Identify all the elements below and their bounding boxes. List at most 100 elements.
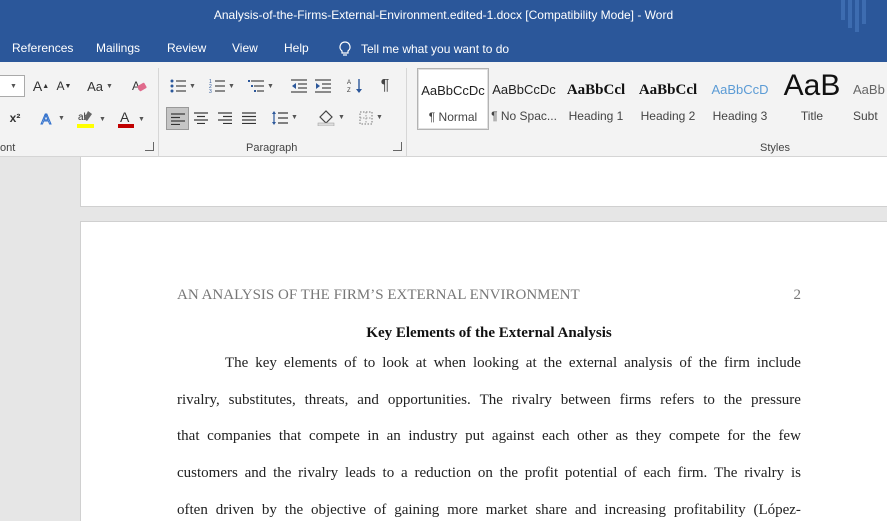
borders-button[interactable]: ▼ (354, 107, 388, 128)
section-heading: Key Elements of the External Analysis (366, 325, 612, 341)
word: of (373, 502, 387, 518)
shading-button[interactable]: ▼ (314, 107, 348, 128)
style-heading-1[interactable]: AaBbCcl Heading 1 (561, 68, 631, 128)
justify-icon (241, 111, 256, 124)
style-normal[interactable]: AaBbCcDc ¶ Normal (417, 68, 489, 130)
align-left-button[interactable] (166, 107, 189, 130)
word: as (615, 428, 629, 444)
show-formatting-button[interactable]: ¶ (374, 76, 396, 96)
align-right-button[interactable] (214, 107, 235, 128)
style-heading-3[interactable]: AaBbCcD Heading 3 (705, 68, 775, 128)
font-dialog-launcher-icon[interactable] (145, 142, 154, 151)
font-size-dropdown[interactable]: ▼ (0, 75, 25, 97)
word: in (367, 428, 380, 444)
styles-group-label: Styles (760, 142, 790, 154)
borders-icon (359, 111, 373, 124)
tab-review[interactable]: Review (167, 41, 206, 55)
down-icon: ▼ (64, 82, 72, 90)
body-line: that companies that compete in an industry put a… (177, 428, 801, 445)
document-canvas[interactable]: AN ANALYSIS OF THE FIRM’S EXTERNAL ENVIR… (0, 157, 887, 521)
superscript-button[interactable]: x² (6, 108, 24, 128)
chevron-down-icon: ▼ (228, 82, 235, 90)
bullets-button[interactable]: ▼ (166, 76, 200, 96)
word: at (415, 355, 427, 371)
word: few (778, 428, 801, 444)
word: opportunities. (387, 392, 471, 408)
word: increasing (604, 502, 667, 518)
styles-gallery: AaBbCcDc ¶ Normal AaBbCcDc ¶ No Spac... … (415, 68, 887, 132)
word: The (225, 355, 249, 371)
word: industry (408, 428, 458, 444)
increase-indent-button[interactable] (312, 76, 334, 96)
multilevel-list-button[interactable]: ▼ (244, 76, 278, 96)
word: driven (215, 502, 255, 518)
style-heading-2[interactable]: AaBbCcl Heading 2 (633, 68, 703, 128)
body-line: The key elements of to look at when looking at the… (225, 355, 801, 372)
word: more (447, 502, 478, 518)
svg-text:A: A (41, 111, 51, 126)
decoration-icon (841, 0, 866, 32)
justify-button[interactable] (238, 107, 259, 128)
change-case-button[interactable]: Aa ▼ (84, 76, 116, 96)
shrink-font-button[interactable]: A ▼ (55, 76, 73, 96)
paragraph-group-label: Paragraph (246, 142, 298, 154)
sort-button[interactable]: AZ (344, 76, 366, 96)
clear-formatting-button[interactable]: A (128, 76, 150, 96)
svg-text:A: A (347, 80, 351, 86)
font-color-button[interactable]: A ▼ (114, 108, 148, 130)
word: each (542, 428, 570, 444)
style-title[interactable]: AaB Title (777, 68, 847, 128)
word: when (433, 355, 467, 371)
chevron-down-icon: ▼ (189, 82, 196, 90)
align-center-button[interactable] (190, 107, 211, 128)
word: of (679, 355, 692, 371)
word: a (401, 465, 408, 481)
decrease-indent-button[interactable] (288, 76, 310, 96)
numbering-button[interactable]: 123 ▼ (205, 76, 239, 96)
word: profit (524, 465, 559, 481)
word: and (244, 465, 267, 481)
tab-references[interactable]: References (12, 41, 73, 55)
svg-text:3: 3 (209, 89, 212, 93)
bullet-list-icon (170, 79, 187, 93)
word: elements (283, 355, 338, 371)
tell-me-label: Tell me what you want to do (361, 42, 510, 56)
style-subtitle[interactable]: AaBb Subt (849, 68, 887, 128)
line-spacing-icon (272, 110, 289, 125)
word: compete (669, 428, 720, 444)
word: to (363, 355, 376, 371)
font-group-label: ont (0, 142, 16, 154)
word: they (635, 428, 662, 444)
word: to (703, 392, 715, 408)
word: rivalry (298, 465, 339, 481)
previous-page (80, 157, 887, 207)
word: against (491, 428, 535, 444)
highlight-color-button[interactable]: ab ▼ (74, 108, 108, 130)
word: looking (473, 355, 519, 371)
word: analysis (624, 355, 673, 371)
grow-font-button[interactable]: A ▲ (31, 76, 51, 96)
word: often (177, 502, 208, 518)
word: firms (619, 392, 652, 408)
align-right-icon (217, 111, 232, 124)
tab-view[interactable]: View (232, 41, 258, 55)
text-effects-button[interactable]: A ▼ (38, 108, 66, 128)
body-line: often driven by the objective of gaining more ma… (177, 502, 801, 519)
document-page[interactable]: AN ANALYSIS OF THE FIRM’S EXTERNAL ENVIR… (80, 221, 887, 521)
eraser-icon: A (132, 79, 147, 93)
tab-mailings[interactable]: Mailings (96, 41, 140, 55)
style-no-spacing[interactable]: AaBbCcDc ¶ No Spac... (489, 68, 559, 128)
word: of (344, 355, 357, 371)
word: and (357, 392, 379, 408)
paragraph-dialog-launcher-icon[interactable] (393, 142, 402, 151)
word: the (752, 428, 771, 444)
up-icon: ▲ (42, 82, 50, 90)
tab-help[interactable]: Help (284, 41, 309, 55)
word: the (723, 392, 743, 408)
word: external (568, 355, 618, 371)
tell-me-search[interactable]: Tell me what you want to do (338, 40, 509, 58)
line-spacing-button[interactable]: ▼ (268, 107, 302, 128)
word: look (382, 355, 409, 371)
word: leads (344, 465, 376, 481)
body-line: rivalry, substitutes, threats, and opportuni… (177, 392, 801, 409)
